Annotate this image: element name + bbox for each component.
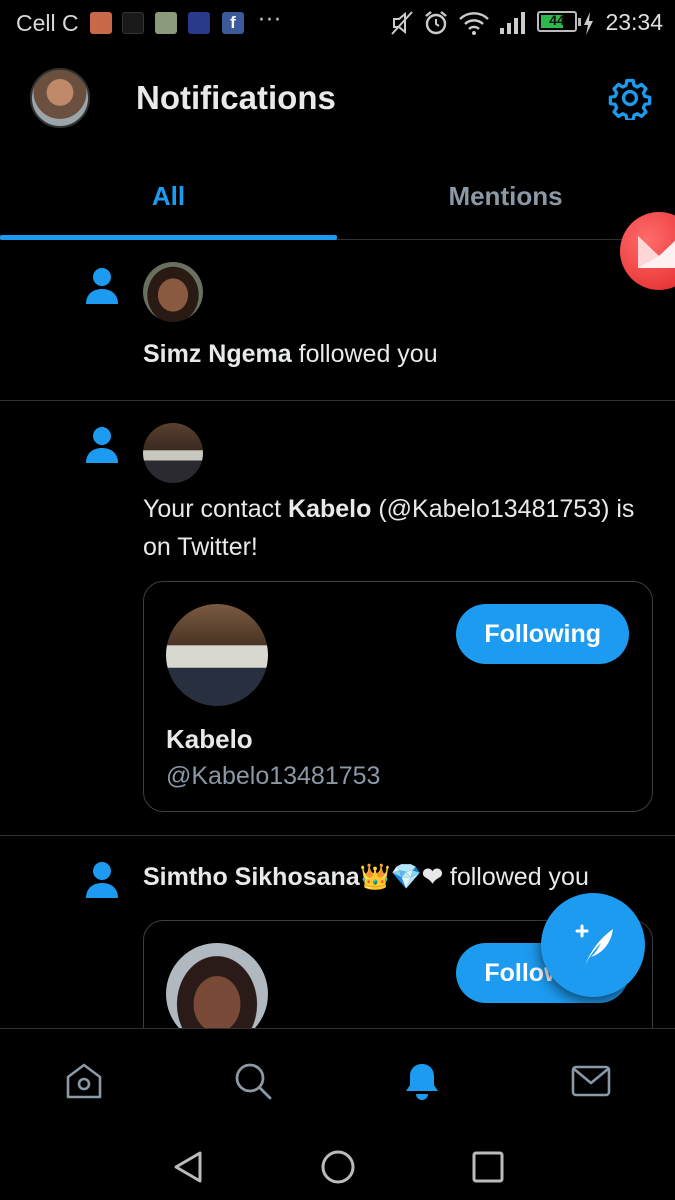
tab-mentions[interactable]: Mentions: [337, 156, 674, 240]
status-bar: Cell C f ··· 44 23:34: [0, 0, 675, 46]
app-header: Notifications: [0, 46, 675, 156]
user-card[interactable]: Following Kabelo @Kabelo13481753: [143, 581, 653, 812]
compose-tweet-button[interactable]: [541, 893, 645, 997]
card-user-handle: @Kabelo13481753: [166, 762, 381, 790]
notification-text: Your contact Kabelo (@Kabelo13481753) is…: [143, 495, 635, 561]
notification-text: Simtho Sikhosana👑💎❤ followed you: [143, 863, 589, 891]
avatar[interactable]: [166, 604, 268, 706]
app-notification-icon: [90, 12, 112, 34]
home-icon[interactable]: [62, 1059, 106, 1103]
person-follow-icon: [86, 427, 118, 463]
clock: 23:34: [605, 9, 663, 35]
back-icon[interactable]: [168, 1147, 208, 1187]
user-name[interactable]: Simtho Sikhosana👑💎❤: [143, 863, 443, 891]
user-name[interactable]: Simz Ngema: [143, 340, 292, 368]
notification-text: Simz Ngema followed you: [143, 340, 438, 368]
notification-item[interactable]: Simz Ngema followed you: [0, 240, 675, 401]
avatar[interactable]: [166, 943, 268, 1028]
search-icon[interactable]: [231, 1059, 275, 1103]
bell-icon[interactable]: [400, 1059, 444, 1103]
battery-icon: 44: [537, 11, 581, 32]
charging-icon: [584, 12, 593, 35]
home-circle-icon[interactable]: [318, 1147, 358, 1187]
app-notification-icon: [188, 12, 210, 34]
app-notification-icon: [122, 12, 144, 34]
battery-level: 44: [549, 12, 565, 28]
page-title: Notifications: [136, 79, 336, 116]
avatar[interactable]: [143, 262, 203, 322]
more-notifications-icon: ···: [258, 8, 282, 33]
compose-feather-icon: [575, 924, 613, 965]
mute-icon: [391, 11, 413, 35]
notification-tabs: All Mentions: [0, 156, 675, 240]
mail-icon[interactable]: [569, 1059, 613, 1103]
app-notification-icon: [155, 12, 177, 34]
alarm-icon: [425, 11, 447, 35]
wifi-icon: [459, 12, 489, 35]
bottom-navigation: [0, 1028, 675, 1132]
recents-icon[interactable]: [468, 1147, 508, 1187]
tab-all[interactable]: All: [0, 156, 337, 240]
person-follow-icon: [86, 862, 118, 898]
notification-item[interactable]: Your contact Kabelo (@Kabelo13481753) is…: [0, 401, 675, 836]
signal-icon: [500, 12, 525, 34]
settings-gear-icon[interactable]: [608, 76, 652, 120]
following-button[interactable]: Following: [456, 604, 629, 664]
profile-avatar[interactable]: [30, 68, 90, 128]
carrier-name: Cell C: [16, 10, 79, 36]
user-name[interactable]: Kabelo: [288, 495, 371, 523]
avatar[interactable]: [143, 423, 203, 483]
facebook-icon: f: [222, 12, 244, 34]
person-follow-icon: [86, 268, 118, 304]
system-navigation-bar: [0, 1132, 675, 1200]
card-user-name: Kabelo: [166, 724, 253, 754]
